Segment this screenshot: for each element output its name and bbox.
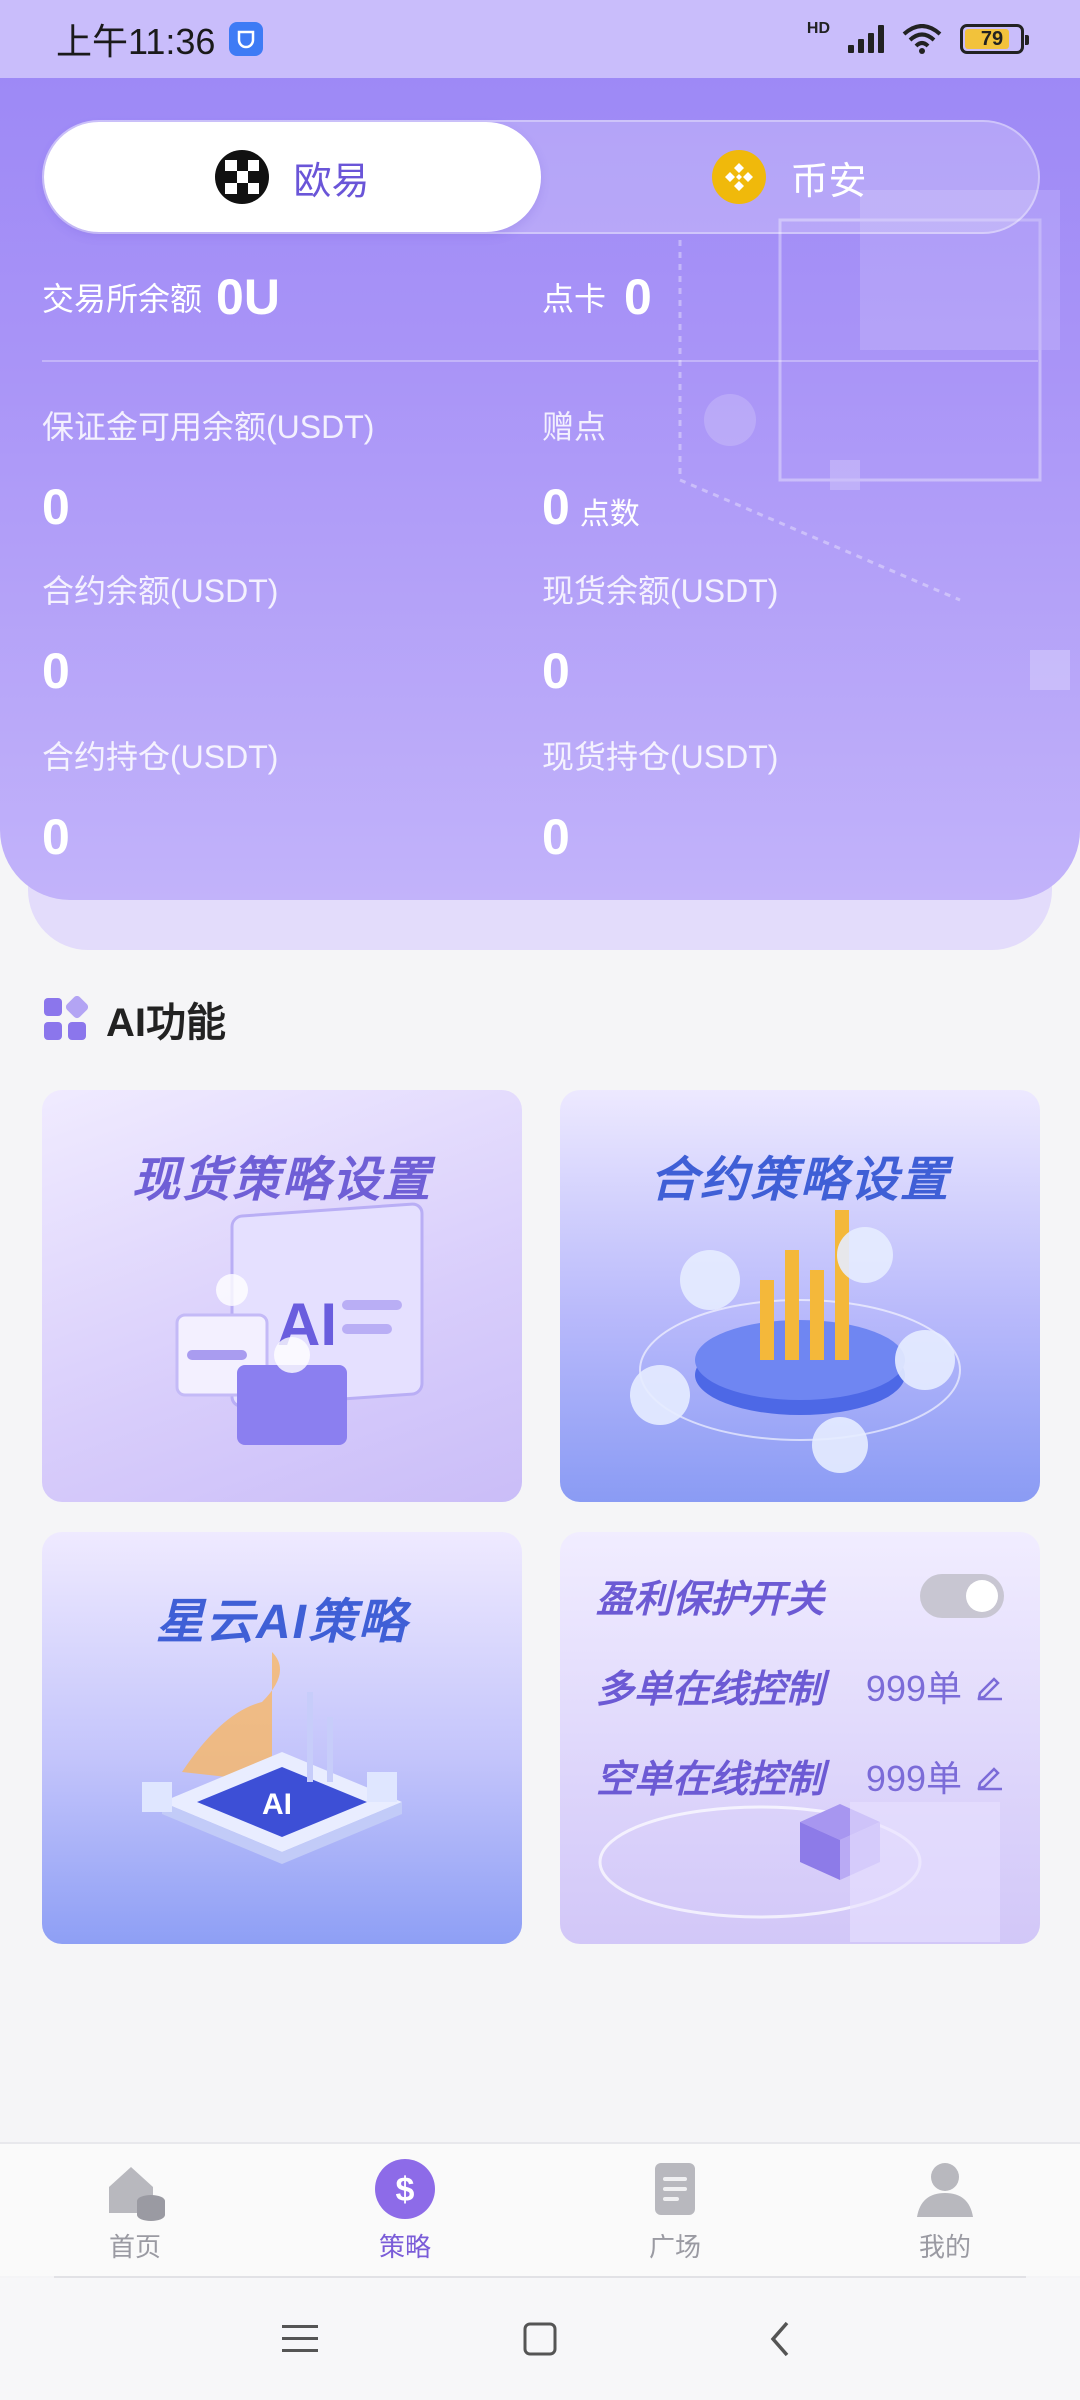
- nav-me-label: 我的: [918, 2231, 971, 2262]
- contract-balance-value: 0: [42, 643, 70, 699]
- ai-chip-illustration: AI: [142, 1652, 402, 1864]
- nav-home-label: 首页: [108, 2231, 161, 2262]
- tab-okx[interactable]: 欧易: [44, 122, 541, 232]
- spot-position-block: 现货持仓(USDT) 0: [542, 732, 778, 866]
- person-icon: [917, 2162, 973, 2217]
- menu-button[interactable]: [260, 2299, 340, 2379]
- short-order-edit[interactable]: 999单: [866, 1750, 1004, 1802]
- ai-section-header: AI功能: [42, 990, 226, 1048]
- short-order-value: 999单: [865, 1757, 962, 1799]
- spot-position-label: 现货持仓(USDT): [542, 739, 779, 775]
- dollar-icon: $: [375, 2158, 435, 2219]
- nav-plaza[interactable]: 广场: [540, 2144, 810, 2276]
- contract-balance-label: 合约余额(USDT): [42, 573, 279, 609]
- divider: [42, 360, 1038, 362]
- tab-binance[interactable]: 币安: [541, 122, 1038, 232]
- pencil-icon: [977, 1676, 1002, 1700]
- profit-protection-panel: 盈利保护开关 多单在线控制 999单 空单在线控制 999单: [560, 1532, 1040, 1944]
- document-icon: [655, 2162, 695, 2215]
- square-icon: [523, 2322, 557, 2356]
- contract-strategy-card[interactable]: 合约策略设置: [560, 1090, 1040, 1502]
- battery-icon: 79: [960, 24, 1029, 54]
- exchange-balance-value: 0U: [216, 269, 280, 325]
- margin-available-label: 保证金可用余额(USDT): [42, 409, 375, 445]
- menu-icon: [282, 2325, 318, 2352]
- margin-available-block: 保证金可用余额(USDT) 0: [42, 402, 374, 536]
- bonus-points-block: 赠点 0 点数: [542, 402, 640, 536]
- nebula-ai-strategy-card[interactable]: 星云AI策略 AI: [42, 1532, 522, 1944]
- spot-balance-block: 现货余额(USDT) 0: [542, 566, 778, 700]
- contract-balance-block: 合约余额(USDT) 0: [42, 566, 278, 700]
- system-nav-bar: [0, 2278, 1080, 2400]
- point-card-value: 0: [624, 269, 652, 325]
- binance-icon: [712, 150, 767, 204]
- home-button[interactable]: [500, 2299, 580, 2379]
- grid-apps-icon: [44, 996, 88, 1040]
- long-order-edit[interactable]: 999单: [866, 1660, 1004, 1712]
- home-icon: [109, 2166, 165, 2221]
- svg-text:$: $: [396, 2171, 415, 2209]
- short-order-label: 空单在线控制: [596, 1759, 825, 1801]
- short-order-row: 空单在线控制 999单: [596, 1748, 1004, 1803]
- spot-balance-label: 现货余额(USDT): [542, 573, 779, 609]
- exchange-tabs: 欧易 币安: [42, 120, 1040, 234]
- pencil-icon: [977, 1766, 1002, 1790]
- profit-protection-label: 盈利保护开关: [596, 1579, 825, 1621]
- ai-section-title: AI功能: [106, 1001, 226, 1045]
- svg-text:AI: AI: [262, 1788, 292, 1821]
- nav-strategy[interactable]: $ 策略: [270, 2144, 540, 2276]
- wifi-icon: [902, 24, 942, 54]
- battery-level: 79: [980, 27, 1004, 50]
- contract-position-block: 合约持仓(USDT) 0: [42, 732, 278, 866]
- spot-position-value: 0: [542, 809, 570, 865]
- tab-okx-label: 欧易: [293, 160, 370, 203]
- profit-protection-row: 盈利保护开关: [596, 1568, 1004, 1623]
- long-order-value: 999单: [865, 1667, 962, 1709]
- long-order-row: 多单在线控制 999单: [596, 1658, 1004, 1713]
- signal-icon: [848, 25, 884, 53]
- spot-balance-value: 0: [542, 643, 570, 699]
- status-bar: 上午11:36 HD 79: [0, 0, 1080, 78]
- bonus-points-value: 0: [542, 479, 570, 535]
- contract-position-label: 合约持仓(USDT): [42, 739, 279, 775]
- exchange-balance: 交易所余额 0U: [42, 268, 280, 326]
- nav-home[interactable]: 首页: [0, 2144, 270, 2276]
- back-chevron-icon: [770, 2321, 789, 2357]
- nav-me[interactable]: 我的: [810, 2144, 1080, 2276]
- spot-strategy-card[interactable]: 现货策略设置 AI: [42, 1090, 522, 1502]
- bar-chart-platform-illustration: [630, 1210, 961, 1473]
- nav-plaza-label: 广场: [648, 2231, 701, 2262]
- exchange-balance-label: 交易所余额: [42, 281, 203, 317]
- bonus-points-label: 赠点: [542, 409, 607, 445]
- point-card-label: 点卡: [542, 281, 607, 317]
- bonus-points-unit: 点数: [579, 498, 640, 531]
- point-card: 点卡 0: [542, 268, 652, 326]
- back-button[interactable]: [740, 2299, 820, 2379]
- margin-available-value: 0: [42, 479, 70, 535]
- network-hd-label: HD: [806, 20, 830, 37]
- shield-app-icon: [229, 22, 264, 56]
- bottom-nav: 首页 $ 策略 广场 我的: [0, 2142, 1080, 2276]
- tab-binance-label: 币安: [790, 160, 867, 203]
- status-time: 上午11:36: [56, 21, 216, 62]
- okx-icon: [215, 150, 270, 204]
- profit-protection-toggle[interactable]: [920, 1573, 1004, 1618]
- ai-screen-illustration: AI: [175, 1202, 424, 1445]
- contract-position-value: 0: [42, 809, 70, 865]
- long-order-label: 多单在线控制: [596, 1669, 825, 1711]
- nav-strategy-label: 策略: [378, 2231, 431, 2262]
